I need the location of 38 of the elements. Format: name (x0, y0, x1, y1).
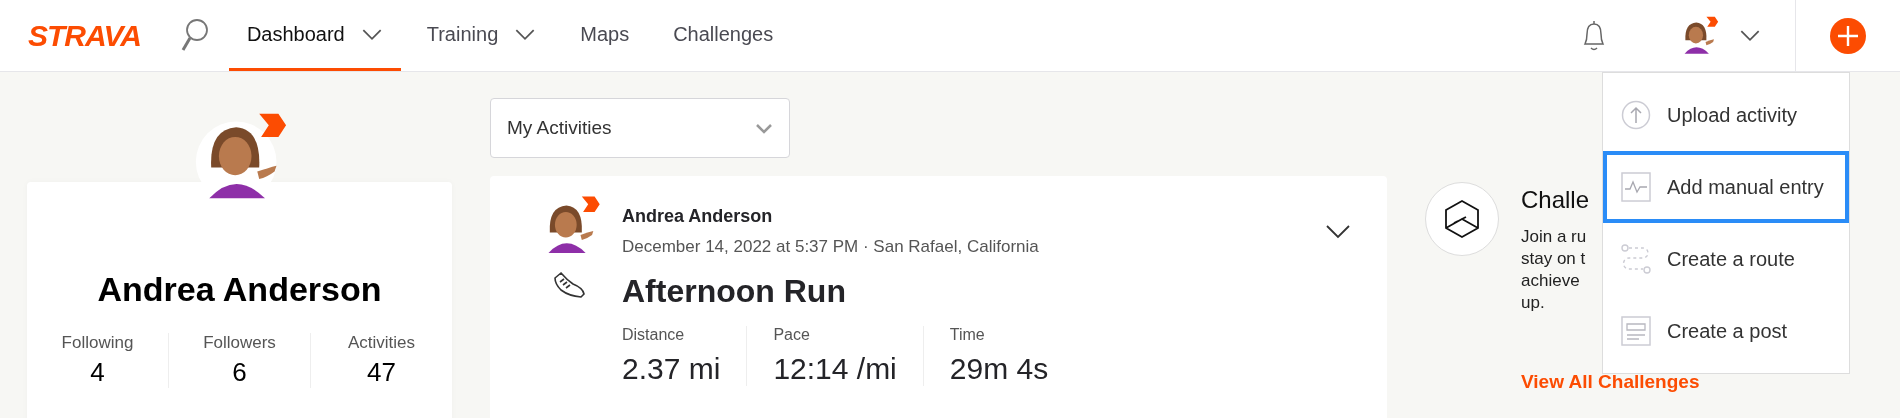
post-icon (1621, 316, 1651, 346)
caret-icon (1739, 29, 1761, 42)
caret-icon (514, 27, 537, 41)
stat-label: Activities (347, 333, 416, 353)
stat-value[interactable]: 6 (232, 357, 247, 388)
route-icon (1621, 244, 1651, 274)
athlete-name[interactable]: Andrea Anderson (622, 206, 1325, 227)
caret-icon (755, 122, 773, 134)
activity-title[interactable]: Afternoon Run (622, 273, 1325, 310)
stat-value[interactable]: 47 (367, 357, 396, 388)
nav-tab[interactable]: Dashboard (228, 0, 401, 71)
stat-label: Distance (622, 326, 686, 344)
caret-icon (360, 27, 383, 41)
stat-value: 12:14 /mi (773, 352, 897, 386)
chart-icon (1621, 172, 1651, 202)
stat-value[interactable]: 4 (90, 357, 105, 388)
upload-icon (1621, 100, 1651, 130)
nav-tab[interactable]: Challenges (655, 0, 792, 71)
challenges-title: Challe (1521, 186, 1590, 214)
stat-label: Time (949, 326, 986, 344)
stat-label: Following (61, 333, 134, 353)
nav-tab[interactable]: Training (408, 0, 555, 71)
nav-tab[interactable]: Maps (562, 0, 648, 71)
athlete-name[interactable]: Andrea Anderson (97, 270, 382, 309)
stat-label: Pace (773, 326, 811, 344)
feed-filter-dropdown[interactable]: My Activities (490, 98, 790, 158)
menu-item[interactable]: Create a post (1603, 295, 1849, 367)
menu-item[interactable]: Upload activity (1603, 79, 1849, 151)
stat-value: 29m 4s (949, 352, 1049, 386)
activity-meta: December 14, 2022 at 5:37 PM · San Rafael, California (622, 237, 1040, 257)
shoe-icon (551, 270, 587, 300)
add-icon[interactable] (1830, 17, 1866, 54)
stat-label: Followers (203, 333, 276, 353)
menu-item[interactable]: Add manual entry (1603, 151, 1849, 223)
menu-item[interactable]: Create a route (1603, 223, 1849, 295)
caret-icon[interactable] (1325, 224, 1351, 239)
challenges-description: Join a ru stay on t achieve up. (1521, 226, 1587, 314)
stat-value: 2.37 mi (622, 352, 721, 386)
